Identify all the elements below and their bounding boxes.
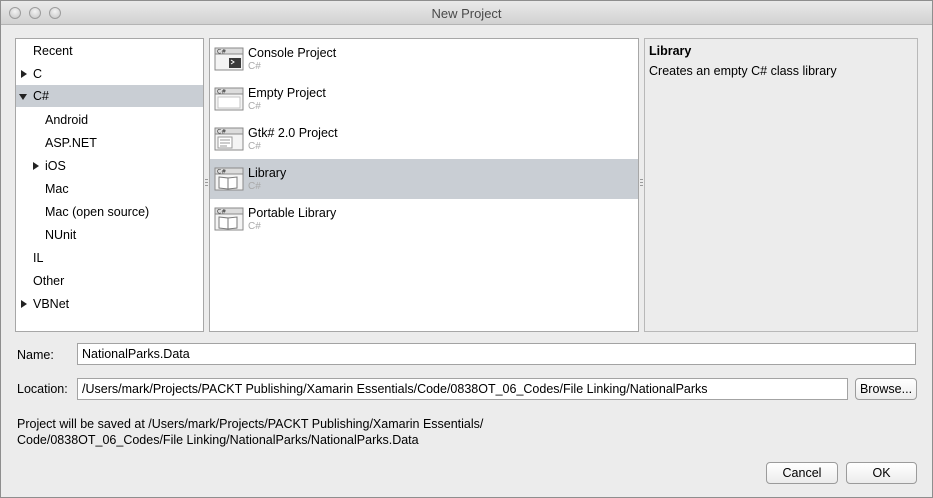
description-text: Creates an empty C# class library: [649, 64, 837, 78]
icon-badge: C#: [217, 49, 226, 56]
icon-badge: C#: [217, 169, 226, 176]
save-info-line-1: Project will be saved at /Users/mark/Pro…: [17, 417, 484, 431]
template-empty-project[interactable]: C# Empty Project C#: [210, 79, 638, 119]
empty-project-icon: C#: [214, 87, 244, 111]
template-name: Gtk# 2.0 Project: [248, 126, 338, 140]
splitter-grip-left[interactable]: [205, 179, 208, 187]
category-vbnet[interactable]: VBNet: [16, 293, 203, 315]
template-language: C#: [248, 221, 261, 232]
browse-button[interactable]: Browse...: [855, 378, 917, 400]
template-language: C#: [248, 61, 261, 72]
category-label: VBNet: [33, 297, 70, 311]
template-portable-library[interactable]: C# Portable Library C#: [210, 199, 638, 239]
cancel-button[interactable]: Cancel: [766, 462, 838, 484]
collapse-arrow-icon[interactable]: [19, 94, 27, 100]
name-label: Name:: [17, 348, 54, 362]
category-c[interactable]: C: [16, 63, 203, 85]
template-name: Portable Library: [248, 206, 337, 220]
expand-arrow-icon[interactable]: [33, 162, 39, 170]
expand-arrow-icon[interactable]: [21, 300, 27, 308]
portable-library-icon: C#: [214, 207, 244, 231]
location-label: Location:: [17, 382, 68, 396]
save-info-line-2: Code/0838OT_06_Codes/File Linking/Nation…: [17, 433, 419, 447]
category-label: C: [33, 67, 43, 81]
title-bar: New Project: [1, 1, 932, 25]
category-label: Mac: [45, 182, 69, 196]
gtk-project-icon: C#: [214, 127, 244, 151]
category-label: IL: [33, 251, 44, 265]
category-android[interactable]: Android: [16, 109, 203, 131]
category-label: Mac (open source): [45, 205, 150, 219]
category-aspnet[interactable]: ASP.NET: [16, 132, 203, 154]
library-icon: C#: [214, 167, 244, 191]
template-language: C#: [248, 181, 261, 192]
category-tree[interactable]: Recent C C# Android ASP.NET iOS Mac Mac …: [15, 38, 204, 332]
splitter-grip-right[interactable]: [640, 179, 643, 187]
category-mac-open-source[interactable]: Mac (open source): [16, 201, 203, 223]
category-other[interactable]: Other: [16, 270, 203, 292]
icon-badge: C#: [217, 209, 226, 216]
template-name: Library: [248, 166, 287, 180]
location-field[interactable]: [77, 378, 848, 400]
window-title: New Project: [431, 6, 502, 21]
icon-badge: C#: [217, 89, 226, 96]
category-label: Other: [33, 274, 65, 288]
category-label: Recent: [33, 44, 73, 58]
template-language: C#: [248, 101, 261, 112]
category-recent[interactable]: Recent: [16, 40, 203, 62]
description-title: Library: [649, 44, 692, 58]
category-label: C#: [33, 89, 49, 103]
category-csharp[interactable]: C#: [16, 85, 203, 107]
new-project-dialog: New Project Recent C C# Android ASP.NET …: [0, 0, 933, 498]
template-list[interactable]: C# Console Project C# C# Empty Project C…: [209, 38, 639, 332]
category-nunit[interactable]: NUnit: [16, 224, 203, 246]
template-name: Empty Project: [248, 86, 326, 100]
expand-arrow-icon[interactable]: [21, 70, 27, 78]
template-language: C#: [248, 141, 261, 152]
category-il[interactable]: IL: [16, 247, 203, 269]
name-field[interactable]: [77, 343, 916, 365]
icon-badge: C#: [217, 129, 226, 136]
category-mac[interactable]: Mac: [16, 178, 203, 200]
category-label: Android: [45, 113, 89, 127]
template-gtk-project[interactable]: C# Gtk# 2.0 Project C#: [210, 119, 638, 159]
template-name: Console Project: [248, 46, 337, 60]
console-project-icon: C#: [214, 47, 244, 71]
template-description: Library Creates an empty C# class librar…: [644, 38, 918, 332]
template-console-project[interactable]: C# Console Project C#: [210, 39, 638, 79]
category-label: iOS: [45, 159, 66, 173]
category-ios[interactable]: iOS: [16, 155, 203, 177]
save-location-info: Project will be saved at /Users/mark/Pro…: [17, 416, 577, 448]
ok-button[interactable]: OK: [846, 462, 917, 484]
template-library[interactable]: C# Library C#: [210, 159, 638, 199]
category-label: ASP.NET: [45, 136, 97, 150]
category-label: NUnit: [45, 228, 77, 242]
